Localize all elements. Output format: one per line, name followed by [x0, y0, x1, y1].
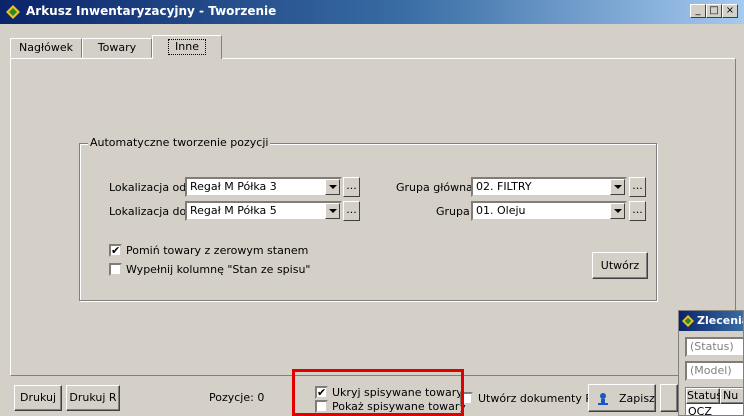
save-label: Zapisz — [619, 392, 655, 405]
save-icon — [598, 393, 608, 405]
show-listed-checkbox[interactable] — [315, 400, 328, 413]
skip-zero-checkbox[interactable]: ✔ — [109, 244, 122, 257]
lokalizacja-do-browse-button[interactable]: ... — [343, 201, 360, 221]
lokalizacja-od-browse-button[interactable]: ... — [343, 177, 360, 197]
grupa-glowna-browse-button[interactable]: ... — [629, 177, 646, 197]
tab-naglowek[interactable]: Nagłówek — [10, 38, 82, 58]
combo-arrow-icon[interactable] — [610, 179, 625, 195]
grupa-browse-button[interactable]: ... — [629, 201, 646, 221]
create-docs-label[interactable]: Utwórz dokumenty RI — [478, 392, 596, 405]
combo-arrow-icon[interactable] — [610, 203, 625, 219]
combo-arrow-icon[interactable] — [325, 179, 340, 195]
zlecenia-window[interactable]: Zlecenia (Status) (Model) Status Nu OCZ — [678, 310, 744, 416]
title-bar[interactable]: Arkusz Inwentaryzacyjny - Tworzenie _ □ … — [0, 0, 744, 24]
skip-zero-label[interactable]: Pomiń towary z zerowym stanem — [126, 244, 308, 257]
zlecenia-title-bar[interactable]: Zlecenia — [679, 311, 744, 331]
grupa-label: Grupa: — [436, 205, 474, 218]
print-button[interactable]: Drukuj — [14, 385, 62, 411]
app-icon — [6, 5, 20, 19]
grupa-glowna-label: Grupa główna: — [396, 181, 477, 194]
lokalizacja-od-label: Lokalizacja od: — [109, 181, 190, 194]
tab-towary[interactable]: Towary — [82, 38, 152, 58]
tab-inne-label: Inne — [168, 39, 206, 55]
orders-table[interactable]: Status Nu OCZ — [685, 387, 743, 416]
grupa-value: 01. Oleju — [476, 204, 526, 217]
groupbox-title: Automatyczne tworzenie pozycji — [88, 136, 271, 149]
show-listed-label[interactable]: Pokaż spisywane towary — [332, 400, 466, 413]
column-header-status[interactable]: Status — [686, 388, 722, 404]
hide-listed-label[interactable]: Ukryj spisywane towary — [332, 386, 463, 399]
grupa-combo[interactable]: 01. Oleju — [471, 201, 627, 221]
model-filter-value: (Model) — [690, 364, 732, 377]
save-button[interactable]: Zapisz — [588, 384, 656, 412]
grupa-glowna-combo[interactable]: 02. FILTRY — [471, 177, 627, 197]
lokalizacja-do-value: Regał M Półka 5 — [190, 204, 277, 217]
auto-create-groupbox — [79, 143, 657, 301]
lokalizacja-do-combo[interactable]: Regał M Półka 5 — [185, 201, 342, 221]
hide-listed-checkbox[interactable]: ✔ — [315, 386, 328, 399]
print-r-button[interactable]: Drukuj R — [66, 385, 120, 411]
grupa-glowna-value: 02. FILTRY — [476, 180, 532, 193]
column-header-nr[interactable]: Nu — [720, 388, 743, 404]
create-button[interactable]: Utwórz — [592, 252, 648, 279]
create-docs-checkbox[interactable] — [460, 392, 473, 405]
zlecenia-title: Zlecenia — [697, 314, 744, 327]
status-filter-value: (Status) — [690, 340, 734, 353]
status-filter-combo[interactable]: (Status) — [685, 337, 743, 357]
window-title: Arkusz Inwentaryzacyjny - Tworzenie — [26, 4, 277, 18]
table-cell-status: OCZ — [688, 405, 712, 416]
fill-column-checkbox[interactable] — [109, 263, 122, 276]
minimize-button[interactable]: _ — [690, 4, 706, 18]
maximize-button[interactable]: □ — [706, 4, 722, 18]
lokalizacja-od-combo[interactable]: Regał M Półka 3 — [185, 177, 342, 197]
positions-count: Pozycje: 0 — [209, 391, 265, 404]
model-filter-input[interactable]: (Model) — [685, 361, 743, 381]
lokalizacja-do-label: Lokalizacja do: — [109, 205, 190, 218]
partial-button[interactable] — [660, 384, 678, 412]
combo-arrow-icon[interactable] — [325, 203, 340, 219]
close-button[interactable]: × — [722, 4, 738, 18]
app-icon — [682, 315, 694, 327]
lokalizacja-od-value: Regał M Półka 3 — [190, 180, 277, 193]
tab-inne[interactable]: Inne — [152, 35, 222, 59]
fill-column-label[interactable]: Wypełnij kolumnę "Stan ze spisu" — [126, 263, 310, 276]
